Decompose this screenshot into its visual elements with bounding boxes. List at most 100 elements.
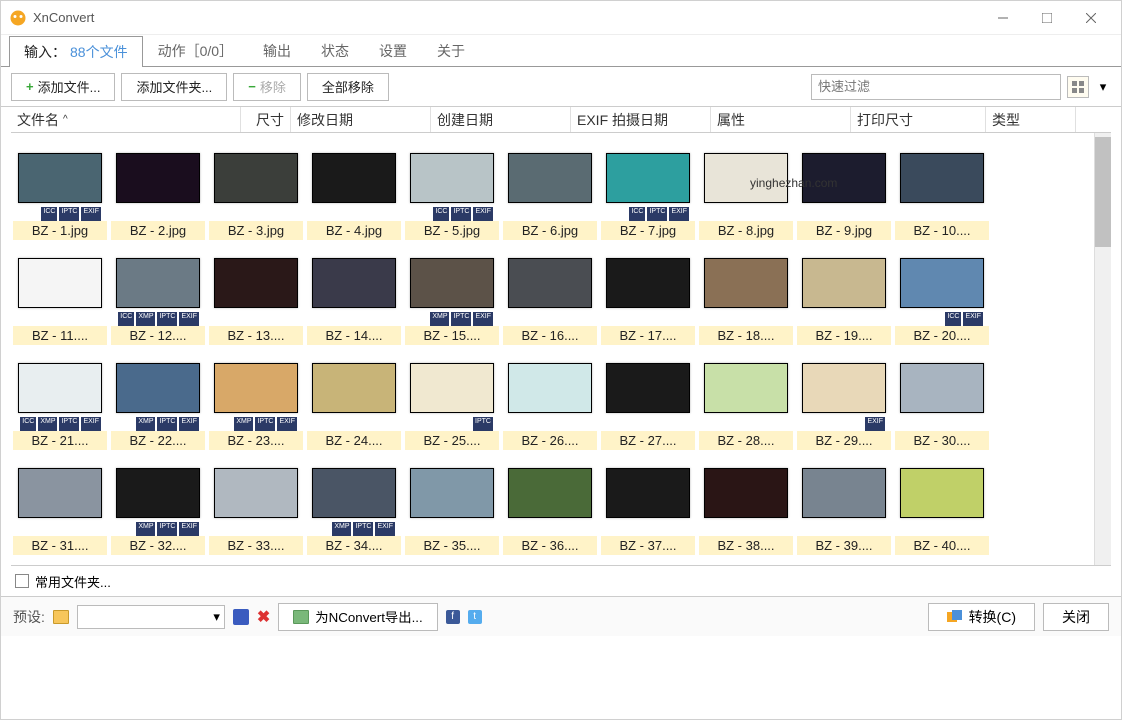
thumbnail-item[interactable]: BZ - 3.jpg: [207, 139, 305, 244]
tab-actions[interactable]: 动作［0/0］: [143, 35, 248, 66]
thumbnail-item[interactable]: BZ - 38....: [697, 454, 795, 559]
tab-settings[interactable]: 设置: [364, 35, 422, 66]
thumbnail-item[interactable]: BZ - 39....: [795, 454, 893, 559]
facebook-icon[interactable]: f: [446, 610, 460, 624]
thumbnail-item[interactable]: BZ - 27....: [599, 349, 697, 454]
minimize-button[interactable]: [981, 3, 1025, 33]
common-folders-checkbox[interactable]: [15, 574, 29, 588]
thumbnail-image: [116, 468, 200, 518]
view-mode-button[interactable]: [1067, 76, 1089, 98]
column-header[interactable]: 创建日期: [431, 107, 571, 132]
filename-label: BZ - 40....: [895, 536, 989, 555]
filename-label: BZ - 9.jpg: [797, 221, 891, 240]
thumbnail-item[interactable]: BZ - 4.jpg: [305, 139, 403, 244]
thumbnail-item[interactable]: BZ - 40....: [893, 454, 991, 559]
thumbnail-item[interactable]: XMPIPTCEXIFBZ - 23....: [207, 349, 305, 454]
column-header[interactable]: 属性: [711, 107, 851, 132]
thumbnail-item[interactable]: BZ - 16....: [501, 244, 599, 349]
quick-filter-input[interactable]: [811, 74, 1061, 100]
view-dropdown-icon[interactable]: ▾: [1095, 76, 1111, 98]
save-preset-icon[interactable]: [233, 609, 249, 625]
export-nconvert-button[interactable]: 为NConvert导出...: [278, 603, 437, 631]
thumbnail-item[interactable]: XMPIPTCEXIFBZ - 32....: [109, 454, 207, 559]
thumbnail-item[interactable]: EXIFBZ - 29....: [795, 349, 893, 454]
filename-label: BZ - 25....: [405, 431, 499, 450]
metadata-badges: [503, 522, 597, 536]
thumbnail-image: [214, 468, 298, 518]
filename-label: BZ - 31....: [13, 536, 107, 555]
thumbnail-item[interactable]: ICCIPTCEXIFBZ - 5.jpg: [403, 139, 501, 244]
thumbnail-image: [606, 363, 690, 413]
metadata-badges: [209, 522, 303, 536]
open-preset-folder-icon[interactable]: [53, 610, 69, 624]
thumbnail-item[interactable]: BZ - 18....: [697, 244, 795, 349]
vertical-scrollbar[interactable]: [1094, 133, 1111, 565]
thumbnail-item[interactable]: BZ - 35....: [403, 454, 501, 559]
tab-about[interactable]: 关于: [422, 35, 480, 66]
thumbnail-item[interactable]: BZ - 19....: [795, 244, 893, 349]
thumbnail-item[interactable]: BZ - 31....: [11, 454, 109, 559]
tab-input[interactable]: 输入：88个文件: [9, 36, 143, 67]
close-window-button[interactable]: [1069, 3, 1113, 33]
metadata-badges: [13, 522, 107, 536]
metadata-badges: IPTC: [405, 417, 499, 431]
delete-preset-icon[interactable]: ✖: [257, 607, 270, 627]
convert-button[interactable]: 转换(C): [928, 603, 1035, 631]
preset-combo[interactable]: ▾: [77, 605, 225, 629]
filename-label: BZ - 35....: [405, 536, 499, 555]
tab-output[interactable]: 输出: [248, 35, 306, 66]
chevron-down-icon: ▾: [213, 609, 220, 625]
thumbnail-item[interactable]: XMPIPTCEXIFBZ - 22....: [109, 349, 207, 454]
column-header[interactable]: 打印尺寸: [851, 107, 986, 132]
column-header[interactable]: 修改日期: [291, 107, 431, 132]
thumbnail-item[interactable]: BZ - 30....: [893, 349, 991, 454]
thumbnail-item[interactable]: ICCEXIFBZ - 20....: [893, 244, 991, 349]
thumbnail-item[interactable]: XMPIPTCEXIFBZ - 34....: [305, 454, 403, 559]
thumbnail-item[interactable]: BZ - 36....: [501, 454, 599, 559]
thumbnail-item[interactable]: BZ - 10....: [893, 139, 991, 244]
column-header[interactable]: 文件名^: [11, 107, 241, 132]
thumbnail-image: [116, 258, 200, 308]
thumbnail-item[interactable]: ICCIPTCEXIFBZ - 7.jpg: [599, 139, 697, 244]
thumbnail-item[interactable]: BZ - 33....: [207, 454, 305, 559]
add-file-button[interactable]: +添加文件...: [11, 73, 115, 101]
thumbnail-image: [900, 363, 984, 413]
thumbnail-item[interactable]: BZ - 14....: [305, 244, 403, 349]
close-button[interactable]: 关闭: [1043, 603, 1109, 631]
column-header[interactable]: 类型: [986, 107, 1076, 132]
scrollbar-thumb[interactable]: [1095, 137, 1111, 247]
thumbnail-item[interactable]: BZ - 2.jpg: [109, 139, 207, 244]
filename-label: BZ - 3.jpg: [209, 221, 303, 240]
thumbnail-item[interactable]: BZ - 24....: [305, 349, 403, 454]
column-header[interactable]: 尺寸: [241, 107, 291, 132]
thumbnail-item[interactable]: BZ - 28....: [697, 349, 795, 454]
remove-button[interactable]: −移除: [233, 73, 301, 101]
grid-icon: [1072, 81, 1084, 93]
thumbnail-item[interactable]: BZ - 17....: [599, 244, 697, 349]
maximize-button[interactable]: [1025, 3, 1069, 33]
thumbnail-item[interactable]: BZ - 11....: [11, 244, 109, 349]
metadata-badges: EXIF: [797, 417, 891, 431]
metadata-badges: [699, 417, 793, 431]
remove-all-button[interactable]: 全部移除: [307, 73, 389, 101]
thumbnail-item[interactable]: BZ - 8.jpg: [697, 139, 795, 244]
thumbnail-image: [18, 258, 102, 308]
thumbnail-item[interactable]: XMPIPTCEXIFBZ - 15....: [403, 244, 501, 349]
thumbnail-image: [18, 468, 102, 518]
thumbnail-item[interactable]: BZ - 6.jpg: [501, 139, 599, 244]
thumbnail-item[interactable]: BZ - 37....: [599, 454, 697, 559]
thumbnail-item[interactable]: ICCIPTCEXIFBZ - 1.jpg: [11, 139, 109, 244]
metadata-badges: XMPIPTCEXIF: [307, 522, 401, 536]
twitter-icon[interactable]: t: [468, 610, 482, 624]
thumbnail-item[interactable]: ICCXMPIPTCEXIFBZ - 21....: [11, 349, 109, 454]
filename-label: BZ - 10....: [895, 221, 989, 240]
thumbnail-item[interactable]: BZ - 13....: [207, 244, 305, 349]
thumbnail-item[interactable]: IPTCBZ - 25....: [403, 349, 501, 454]
thumbnail-item[interactable]: ICCXMPIPTCEXIFBZ - 12....: [109, 244, 207, 349]
thumbnail-item[interactable]: BZ - 26....: [501, 349, 599, 454]
column-header[interactable]: EXIF 拍摄日期: [571, 107, 711, 132]
thumbnail-image: [410, 468, 494, 518]
thumbnail-item[interactable]: BZ - 9.jpg: [795, 139, 893, 244]
add-folder-button[interactable]: 添加文件夹...: [121, 73, 227, 101]
tab-status[interactable]: 状态: [306, 35, 364, 66]
